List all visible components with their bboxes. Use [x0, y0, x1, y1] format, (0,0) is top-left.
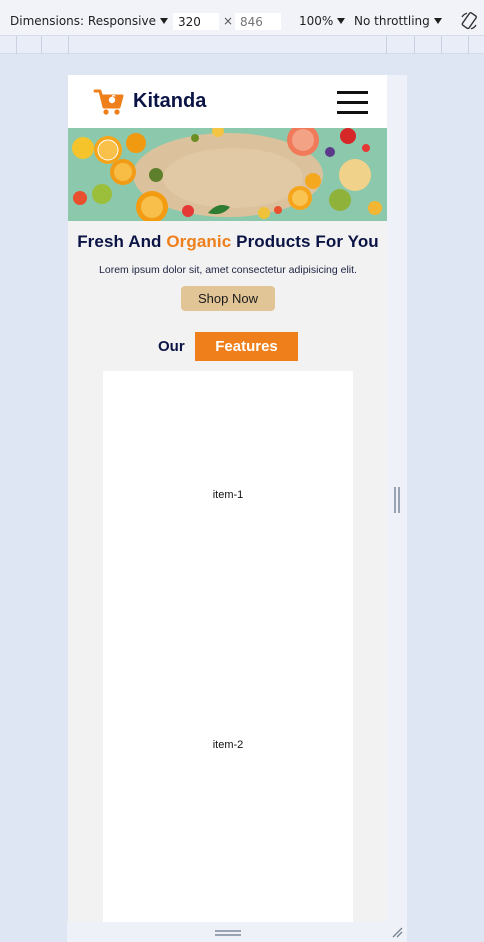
dimensions-dropdown[interactable]: Dimensions: Responsive: [10, 14, 168, 28]
ruler-segment[interactable]: [441, 36, 442, 54]
features-prefix: Our: [158, 338, 185, 355]
grid-item: item-1: [212, 489, 244, 501]
chevron-down-icon: [337, 18, 346, 24]
features-heading: Our Features: [68, 332, 387, 361]
hero-banner-image: [68, 128, 387, 221]
grid-item: item-2: [212, 739, 244, 751]
resize-handle-right[interactable]: [394, 487, 400, 513]
hamburger-menu-icon[interactable]: [337, 91, 368, 114]
media-query-ruler: [0, 36, 484, 54]
headline-part2: Products For You: [231, 232, 379, 251]
brand-name[interactable]: Kitanda: [133, 90, 206, 113]
rotate-icon[interactable]: [459, 11, 479, 31]
ruler-segment[interactable]: [41, 36, 42, 54]
shopping-cart-icon[interactable]: [93, 87, 125, 117]
ruler-segment[interactable]: [68, 36, 69, 54]
chevron-down-icon: [159, 18, 168, 24]
times-separator: ×: [223, 14, 234, 28]
headline-part1: Fresh And: [77, 232, 167, 251]
devtools-toolbar: Dimensions: Responsive × 100% No throttl…: [0, 0, 484, 36]
hero-subtext: Lorem ipsum dolor sit, amet consectetur …: [99, 264, 357, 276]
chevron-down-icon: [433, 18, 442, 24]
zoom-label: 100%: [299, 14, 334, 28]
shop-now-button[interactable]: Shop Now: [181, 286, 275, 311]
page-viewport: Kitanda Fresh And Organic Products For Y…: [67, 75, 387, 922]
throttle-label: No throttling: [354, 14, 430, 28]
site-header: Kitanda: [68, 75, 387, 128]
width-input[interactable]: [173, 13, 219, 30]
zoom-dropdown[interactable]: 100%: [299, 14, 346, 28]
features-badge: Features: [195, 332, 298, 361]
hero-headline: Fresh And Organic Products For You: [68, 232, 387, 252]
device-frame: Kitanda Fresh And Organic Products For Y…: [67, 75, 407, 942]
headline-accent: Organic: [166, 232, 232, 251]
ruler-segment[interactable]: [468, 36, 469, 54]
height-input[interactable]: [235, 13, 281, 30]
ruler-segment[interactable]: [16, 36, 17, 54]
resize-corner-icon[interactable]: [391, 926, 403, 938]
features-grid: item-1 item-2: [103, 371, 353, 922]
throttling-dropdown[interactable]: No throttling: [354, 14, 442, 28]
resize-handle-bottom[interactable]: [215, 930, 241, 936]
ruler-segment[interactable]: [386, 36, 387, 54]
ruler-segment[interactable]: [414, 36, 415, 54]
dimensions-label: Dimensions: Responsive: [10, 14, 156, 28]
